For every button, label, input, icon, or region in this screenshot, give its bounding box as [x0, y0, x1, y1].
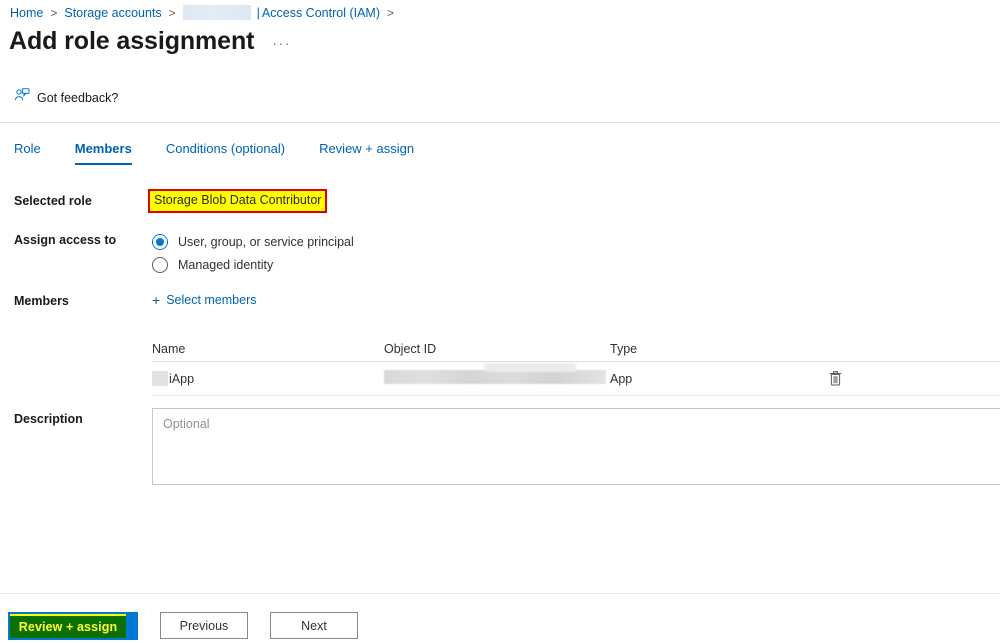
- wizard-tabs: Role Members Conditions (optional) Revie…: [14, 138, 432, 165]
- tab-members-label: Members: [74, 141, 132, 156]
- tab-review-assign[interactable]: Review + assign: [303, 138, 432, 165]
- column-header-object-id: Object ID: [384, 341, 437, 356]
- members-table-header: Name Object ID Type: [152, 336, 1000, 362]
- cell-name: iApp: [152, 371, 384, 386]
- page-title: Add role assignment: [9, 27, 255, 55]
- breadcrumb-pipe: |: [256, 5, 260, 20]
- tab-conditions[interactable]: Conditions (optional): [150, 138, 303, 165]
- breadcrumb-separator: >: [50, 5, 58, 20]
- breadcrumb-redacted-account-name: [182, 5, 251, 20]
- selected-role-value[interactable]: Storage Blob Data Contributor: [148, 189, 328, 213]
- description-textarea[interactable]: Optional: [152, 408, 1000, 485]
- tab-role-label: Role: [14, 141, 41, 156]
- radio-managed-identity[interactable]: Managed identity: [152, 253, 354, 276]
- tab-conditions-label: Conditions (optional): [165, 141, 286, 156]
- cell-object-id: [384, 370, 610, 387]
- add-role-assignment-page: Home > Storage accounts > | Access Contr…: [0, 0, 1000, 643]
- radio-unselected-icon: [152, 256, 168, 273]
- assign-access-to-radio-group: User, group, or service principal Manage…: [152, 230, 354, 276]
- column-header-type: Type: [610, 341, 638, 356]
- name-redaction-block: [152, 371, 168, 386]
- radio-user-group-service-principal[interactable]: User, group, or service principal: [152, 230, 354, 253]
- breadcrumb-item-storage-accounts[interactable]: Storage accounts: [64, 6, 161, 20]
- breadcrumb-separator: >: [387, 5, 395, 20]
- cell-name-text: iApp: [169, 371, 195, 386]
- members-table: Name Object ID Type iApp App: [152, 336, 1000, 396]
- radio-selected-icon: [152, 233, 168, 250]
- radio-managed-identity-label: Managed identity: [178, 257, 274, 272]
- breadcrumb-item-access-control[interactable]: Access Control (IAM): [262, 6, 380, 20]
- trash-icon[interactable]: [825, 369, 845, 389]
- tab-role[interactable]: Role: [14, 138, 59, 165]
- cell-type: App: [610, 371, 633, 386]
- tab-review-assign-label: Review + assign: [319, 141, 415, 156]
- description-placeholder: Optional: [163, 417, 210, 431]
- description-label: Description: [14, 412, 83, 426]
- select-members-button[interactable]: + Select members: [152, 293, 257, 307]
- header-divider: [0, 122, 1000, 123]
- tab-members[interactable]: Members: [59, 138, 150, 165]
- feedback-person-icon: [14, 88, 30, 107]
- breadcrumb-separator: >: [168, 5, 176, 20]
- table-row: iApp App: [152, 362, 1000, 396]
- members-label: Members: [14, 294, 69, 308]
- more-options-ellipsis-icon[interactable]: ···: [272, 35, 291, 51]
- got-feedback-label: Got feedback?: [37, 90, 119, 105]
- got-feedback-link[interactable]: Got feedback?: [14, 88, 118, 107]
- breadcrumb: Home > Storage accounts > | Access Contr…: [10, 5, 401, 20]
- footer-divider: [0, 593, 1000, 594]
- select-members-label: Select members: [166, 293, 257, 307]
- breadcrumb-item-home[interactable]: Home: [10, 6, 43, 20]
- plus-icon: +: [152, 292, 161, 308]
- cell-actions: [825, 369, 945, 389]
- next-button[interactable]: Next: [270, 612, 358, 639]
- object-id-redaction-block: [384, 370, 606, 384]
- column-header-name: Name: [152, 341, 186, 356]
- review-assign-button-wrapper: Review + assign Review + assign: [8, 611, 138, 640]
- title-row: Add role assignment ···: [9, 26, 291, 56]
- radio-user-group-service-principal-label: User, group, or service principal: [178, 234, 354, 249]
- footer-actions: Review + assign Review + assign Previous…: [0, 608, 1000, 643]
- selected-role-label: Selected role: [14, 194, 92, 208]
- review-assign-button[interactable]: Review + assign: [8, 611, 138, 640]
- previous-button[interactable]: Previous: [160, 612, 248, 639]
- assign-access-to-label: Assign access to: [14, 233, 117, 247]
